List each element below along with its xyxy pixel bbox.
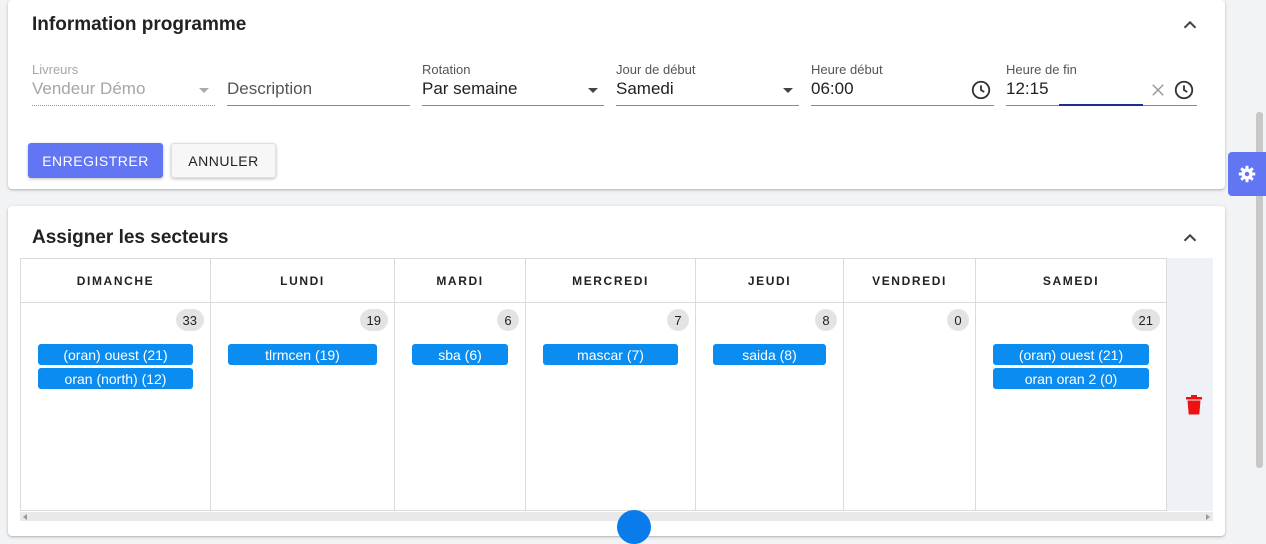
description-input[interactable]: Description	[227, 60, 410, 106]
day-column-lundi: LUNDI 19 tlrmcen (19)	[211, 259, 395, 510]
horizontal-scrollbar[interactable]	[20, 512, 1213, 521]
day-header: DIMANCHE	[21, 259, 210, 303]
settings-button[interactable]	[1228, 152, 1266, 196]
sector-chip[interactable]: (oran) ouest (21)	[38, 344, 193, 365]
dropdown-arrow-icon	[199, 88, 209, 93]
heure-debut-label: Heure début	[811, 62, 883, 77]
sector-chip[interactable]: sba (6)	[412, 344, 508, 365]
description-placeholder: Description	[227, 79, 313, 98]
sector-chip[interactable]: tlrmcen (19)	[228, 344, 377, 365]
sector-chip[interactable]: (oran) ouest (21)	[993, 344, 1149, 365]
day-header: VENDREDI	[844, 259, 975, 303]
program-info-title: Information programme	[32, 14, 247, 35]
clock-icon[interactable]	[1173, 79, 1195, 101]
jour-debut-value: Samedi	[616, 79, 674, 98]
trash-icon[interactable]	[1185, 395, 1203, 415]
sector-chip[interactable]: saida (8)	[713, 344, 826, 365]
sector-count-badge: 8	[815, 309, 837, 331]
day-column-jeudi: JEUDI 8 saida (8)	[696, 259, 844, 510]
livreurs-select: Livreurs Vendeur Démo	[32, 60, 215, 106]
dropdown-arrow-icon	[783, 88, 793, 93]
livreurs-label: Livreurs	[32, 62, 79, 77]
heure-fin-label: Heure de fin	[1006, 62, 1077, 77]
assign-sectors-title: Assigner les secteurs	[32, 227, 229, 248]
heure-debut-input[interactable]: Heure début 06:00	[811, 60, 994, 106]
chevron-up-icon[interactable]	[1179, 14, 1201, 36]
chevron-up-icon[interactable]	[1179, 227, 1201, 249]
rotation-value: Par semaine	[422, 79, 518, 98]
program-info-card: Information programme Livreurs Vendeur D…	[8, 0, 1225, 189]
delete-drop-zone[interactable]	[1167, 258, 1213, 511]
jour-debut-label: Jour de début	[616, 62, 696, 77]
heure-fin-value: 12:15	[1006, 79, 1049, 98]
sector-count-badge: 7	[667, 309, 689, 331]
heure-fin-input[interactable]: Heure de fin 12:15	[1006, 60, 1197, 106]
clear-icon[interactable]	[1149, 81, 1167, 99]
cancel-button[interactable]: ANNULER	[171, 143, 276, 178]
scroll-right-icon[interactable]	[1206, 514, 1210, 520]
sector-count-badge: 6	[497, 309, 519, 331]
day-header: LUNDI	[211, 259, 394, 303]
sector-count-badge: 19	[359, 309, 388, 331]
sector-count-badge: 0	[947, 309, 969, 331]
heure-debut-value: 06:00	[811, 79, 854, 98]
save-button[interactable]: ENREGISTRER	[28, 143, 163, 178]
rotation-label: Rotation	[422, 62, 471, 77]
day-header: SAMEDI	[976, 259, 1166, 303]
day-header: MARDI	[395, 259, 525, 303]
scroll-left-icon[interactable]	[23, 514, 27, 520]
sector-count-badge: 21	[1131, 309, 1160, 331]
focus-underline	[1059, 104, 1143, 106]
day-header: JEUDI	[696, 259, 843, 303]
day-column-samedi: SAMEDI 21 (oran) ouest (21) oran oran 2 …	[976, 259, 1166, 510]
sector-count-badge: 33	[175, 309, 204, 331]
clock-icon[interactable]	[970, 79, 992, 101]
day-column-vendredi: VENDREDI 0	[844, 259, 976, 510]
livreurs-value: Vendeur Démo	[32, 79, 146, 98]
rotation-select[interactable]: Rotation Par semaine	[422, 60, 604, 106]
day-header: MERCREDI	[526, 259, 695, 303]
sector-chip[interactable]: oran (north) (12)	[38, 368, 193, 389]
day-column-dimanche: DIMANCHE 33 (oran) ouest (21) oran (nort…	[21, 259, 211, 510]
gear-icon	[1238, 165, 1256, 183]
dropdown-arrow-icon	[588, 88, 598, 93]
day-column-mercredi: MERCREDI 7 mascar (7)	[526, 259, 696, 510]
weekday-grid: DIMANCHE 33 (oran) ouest (21) oran (nort…	[20, 258, 1167, 511]
sector-chip[interactable]: oran oran 2 (0)	[993, 368, 1149, 389]
floating-action-button[interactable]	[617, 510, 651, 544]
day-column-mardi: MARDI 6 sba (6)	[395, 259, 526, 510]
sector-chip[interactable]: mascar (7)	[543, 344, 678, 365]
jour-debut-select[interactable]: Jour de début Samedi	[616, 60, 799, 106]
